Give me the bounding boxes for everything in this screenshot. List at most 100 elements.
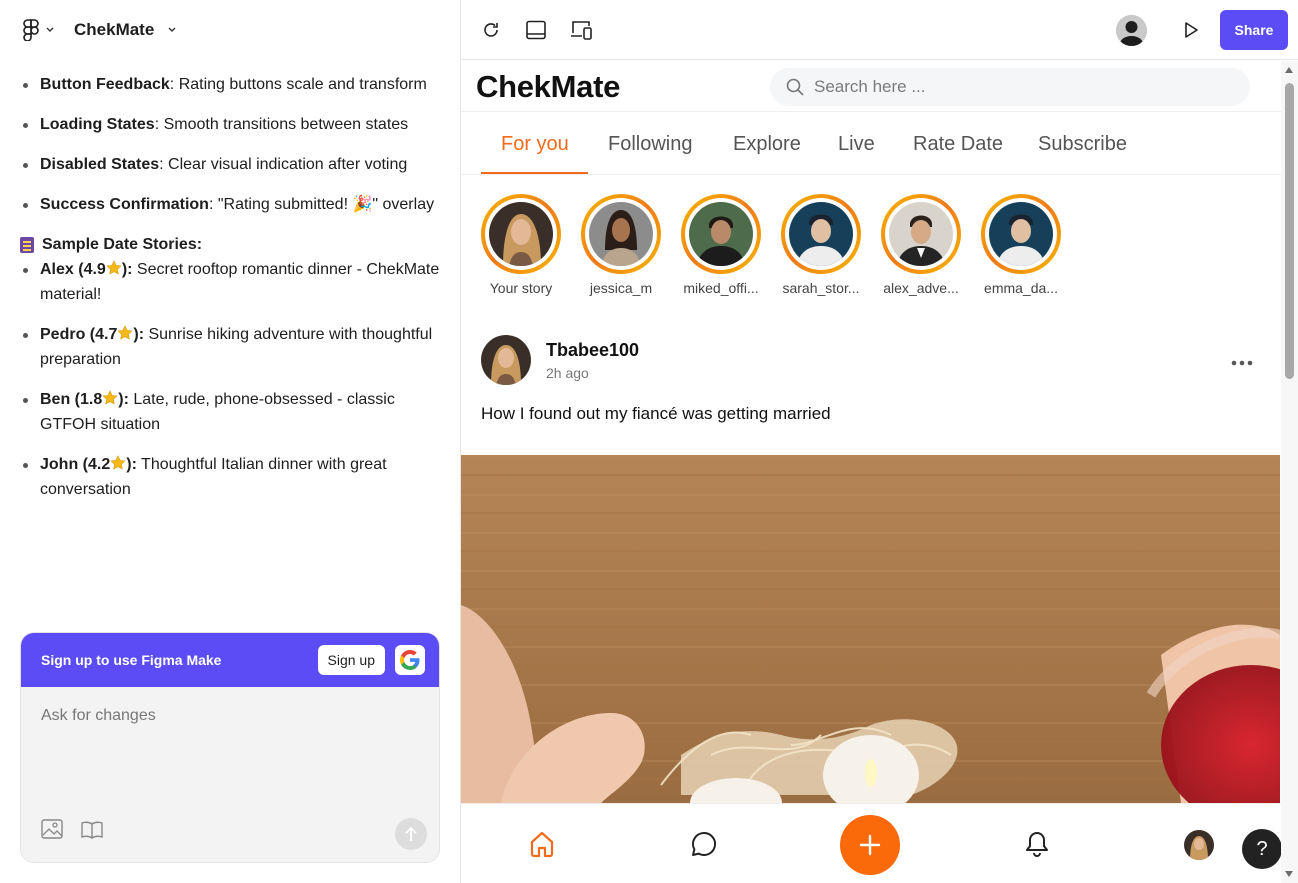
feed-tabs: For you Following Explore Live Rate Date… bbox=[461, 113, 1281, 175]
post-username[interactable]: Tbabee100 bbox=[546, 340, 639, 361]
stories-list: Alex (4.9): Secret rooftop romantic dinn… bbox=[20, 257, 440, 502]
list-item: John (4.2): Thoughtful Italian dinner wi… bbox=[20, 452, 440, 502]
left-panel: ChekMate Button Feedback: Rating buttons… bbox=[0, 0, 461, 883]
list-item: Pedro (4.7): Sunrise hiking adventure wi… bbox=[20, 322, 440, 372]
tab-explore[interactable]: Explore bbox=[733, 133, 801, 156]
post-avatar[interactable] bbox=[481, 335, 531, 385]
tab-live[interactable]: Live bbox=[838, 133, 875, 156]
create-post-button[interactable] bbox=[840, 815, 900, 875]
prompt-area bbox=[21, 687, 439, 862]
active-tab-indicator bbox=[481, 172, 588, 174]
story-item[interactable]: Your story bbox=[476, 194, 566, 296]
chat-icon[interactable] bbox=[688, 828, 720, 860]
star-icon bbox=[102, 390, 118, 405]
list-item-text: : Rating buttons scale and transform bbox=[169, 76, 427, 93]
play-icon[interactable] bbox=[1179, 18, 1203, 42]
list-item: Alex (4.9): Secret rooftop romantic dinn… bbox=[20, 257, 440, 307]
tab-following[interactable]: Following bbox=[608, 133, 692, 156]
chevron-down-icon[interactable] bbox=[46, 24, 54, 36]
scrollbar[interactable] bbox=[1281, 61, 1298, 883]
search-bar[interactable] bbox=[770, 68, 1250, 106]
chat-box: Sign up to use Figma Make Sign up bbox=[20, 632, 440, 863]
home-icon[interactable] bbox=[526, 828, 558, 860]
post-timestamp: 2h ago bbox=[546, 365, 589, 381]
section-heading: Sample Date Stories: bbox=[20, 232, 440, 257]
story-avatar bbox=[489, 202, 553, 266]
story-name: alex_adve... bbox=[883, 280, 959, 296]
chevron-down-icon[interactable] bbox=[168, 24, 176, 36]
story-ring bbox=[681, 194, 761, 274]
list-item-text: : Smooth transitions between states bbox=[154, 116, 409, 133]
image-attach-icon[interactable] bbox=[41, 819, 63, 844]
plus-icon bbox=[859, 834, 881, 856]
signup-prompt: Sign up to use Figma Make bbox=[41, 652, 222, 668]
list-item-title: Success Confirmation bbox=[40, 196, 209, 213]
responsive-view-icon[interactable] bbox=[569, 18, 593, 42]
story-name: Your story bbox=[489, 280, 553, 296]
story-avatar bbox=[589, 202, 653, 266]
signup-bar: Sign up to use Figma Make Sign up bbox=[21, 633, 439, 687]
google-icon bbox=[399, 650, 420, 670]
list-item-text: : Clear visual indication after voting bbox=[159, 156, 408, 173]
app-brand: ChekMate bbox=[476, 69, 621, 104]
send-button[interactable] bbox=[395, 818, 427, 850]
story-title: John (4.2 bbox=[40, 456, 111, 473]
story-avatar bbox=[789, 202, 853, 266]
google-signin-button[interactable] bbox=[395, 645, 425, 675]
help-button[interactable]: ? bbox=[1242, 829, 1282, 869]
story-title-end: ): bbox=[118, 391, 129, 408]
story-name: sarah_stor... bbox=[782, 280, 860, 296]
more-options-icon[interactable] bbox=[1231, 349, 1253, 372]
section-heading-text: Sample Date Stories: bbox=[42, 236, 203, 253]
list-item-title: Disabled States bbox=[40, 156, 160, 173]
scroll-down-arrow-icon[interactable] bbox=[1285, 871, 1293, 877]
arrow-up-icon bbox=[405, 826, 417, 841]
bell-icon[interactable] bbox=[1021, 828, 1053, 860]
story-name: emma_da... bbox=[984, 280, 1058, 296]
story-title-end: ): bbox=[126, 456, 137, 473]
figma-logo-icon[interactable] bbox=[20, 19, 42, 41]
search-input[interactable] bbox=[814, 77, 1214, 97]
scroll-thumb[interactable] bbox=[1285, 83, 1294, 379]
tab-rate-date[interactable]: Rate Date bbox=[913, 133, 1003, 156]
star-icon bbox=[110, 455, 126, 470]
project-title[interactable]: ChekMate bbox=[74, 20, 154, 40]
left-header: ChekMate bbox=[0, 0, 460, 60]
star-icon bbox=[106, 260, 122, 275]
story-avatar bbox=[689, 202, 753, 266]
story-name: miked_offi... bbox=[683, 280, 759, 296]
story-item[interactable]: jessica_m bbox=[576, 194, 666, 296]
app-preview: ChekMate For you Following Explore Live … bbox=[461, 61, 1298, 883]
app-header: ChekMate bbox=[461, 61, 1281, 112]
preview-toolbar: Share bbox=[461, 0, 1298, 60]
desktop-view-icon[interactable] bbox=[524, 18, 548, 42]
story-ring bbox=[981, 194, 1061, 274]
scroll-fade bbox=[0, 590, 460, 620]
prompt-input[interactable] bbox=[41, 707, 421, 725]
abacus-icon bbox=[20, 236, 34, 253]
story-title: Alex (4.9 bbox=[40, 261, 106, 278]
story-item[interactable]: alex_adve... bbox=[876, 194, 966, 296]
bottom-nav: ? bbox=[461, 803, 1282, 883]
profile-avatar[interactable] bbox=[1184, 830, 1214, 860]
scroll-up-arrow-icon[interactable] bbox=[1285, 67, 1293, 73]
story-item[interactable]: miked_offi... bbox=[676, 194, 766, 296]
list-item-text: : "Rating submitted! 🎉" overlay bbox=[208, 196, 435, 213]
refresh-icon[interactable] bbox=[479, 18, 503, 42]
tab-for-you[interactable]: For you bbox=[501, 133, 569, 156]
list-item-title: Button Feedback bbox=[40, 76, 170, 93]
list-item: Success Confirmation: "Rating submitted!… bbox=[20, 192, 440, 217]
story-item[interactable]: sarah_stor... bbox=[776, 194, 866, 296]
story-item[interactable]: emma_da... bbox=[976, 194, 1066, 296]
book-icon[interactable] bbox=[81, 821, 103, 844]
search-icon bbox=[786, 78, 804, 96]
signup-button[interactable]: Sign up bbox=[317, 645, 385, 675]
tab-subscribe[interactable]: Subscribe bbox=[1038, 133, 1127, 156]
story-title: Pedro (4.7 bbox=[40, 326, 118, 343]
post-image[interactable] bbox=[461, 455, 1280, 803]
post-caption: How I found out my fiancé was getting ma… bbox=[481, 404, 831, 423]
share-button[interactable]: Share bbox=[1220, 10, 1288, 50]
user-avatar[interactable] bbox=[1116, 15, 1147, 46]
list-item: Loading States: Smooth transitions betwe… bbox=[20, 112, 440, 137]
story-name: jessica_m bbox=[589, 280, 653, 296]
